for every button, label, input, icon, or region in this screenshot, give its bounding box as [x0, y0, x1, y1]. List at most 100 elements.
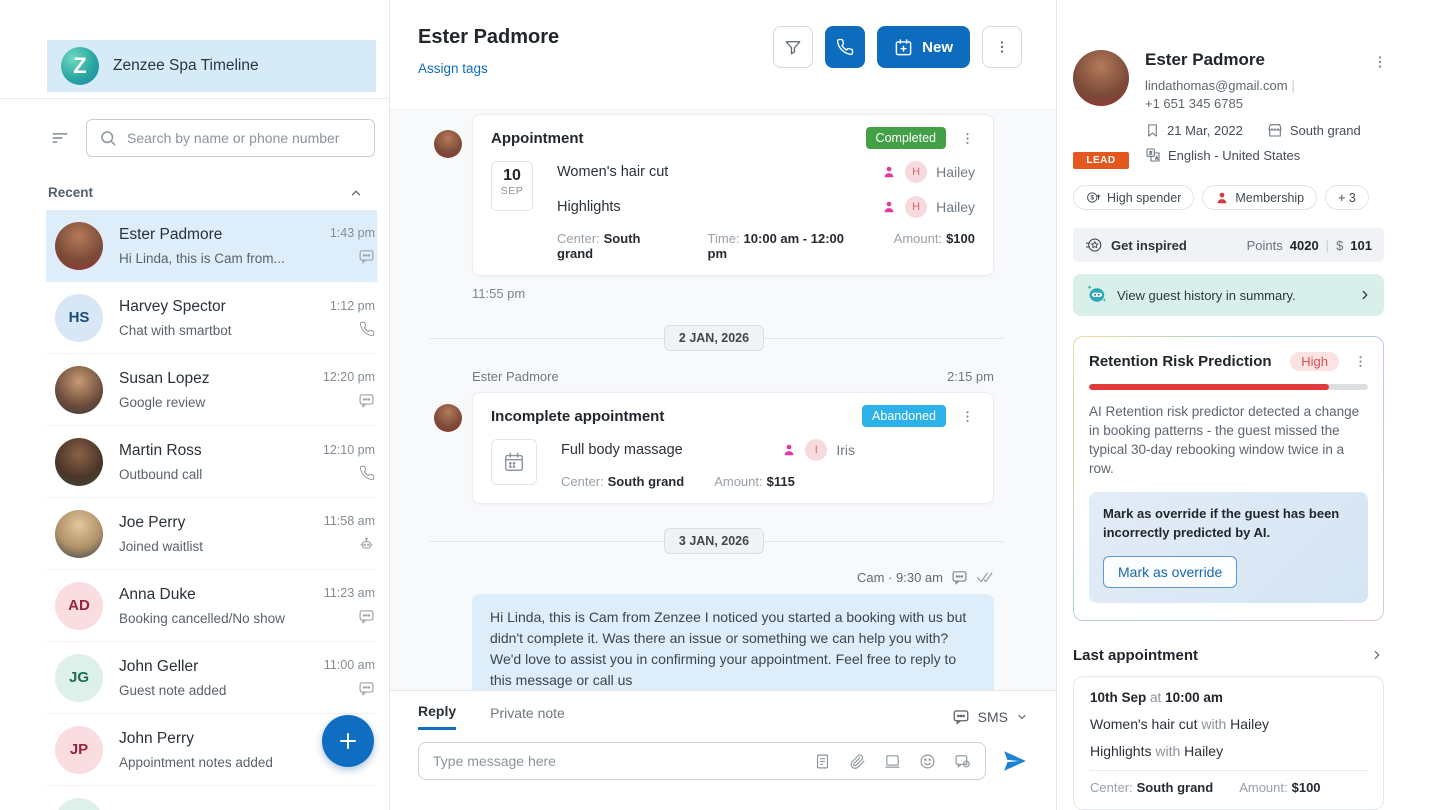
event-sender: Ester Padmore — [472, 369, 559, 384]
retention-description: AI Retention risk predictor detected a c… — [1089, 403, 1368, 479]
message-input-box[interactable] — [418, 742, 986, 780]
lead-badge: LEAD — [1073, 152, 1129, 169]
retention-risk-card: Retention Risk Prediction High AI Retent… — [1073, 336, 1384, 620]
funnel-icon — [784, 38, 802, 56]
status-badge: Completed — [866, 127, 946, 149]
attachment-icon[interactable] — [849, 753, 866, 770]
chat-icon — [358, 392, 375, 409]
contact-preview: Appointment notes added — [119, 755, 359, 770]
contact-row-martin[interactable]: Martin Ross Outbound call 12:10 pm — [46, 426, 377, 498]
add-button[interactable] — [322, 715, 374, 767]
contact-row-joe[interactable]: Joe Perry Joined waitlist 11:58 am — [46, 498, 377, 570]
store-icon — [1267, 122, 1283, 138]
recent-section-label: Recent — [48, 185, 93, 200]
therapist-icon — [782, 443, 796, 457]
contact-name: Martin Ross — [119, 442, 307, 460]
retention-more-button[interactable] — [1353, 354, 1368, 369]
contact-time: 11:58 am — [324, 514, 375, 528]
award-icon — [1085, 236, 1103, 254]
profile-more-button[interactable] — [1372, 54, 1388, 70]
last-appointment-card: 10th Sep at 10:00 am Women's hair cut wi… — [1073, 676, 1384, 810]
card-more-button[interactable] — [960, 409, 975, 424]
brand-header: Z Zenzee Spa Timeline — [47, 40, 376, 92]
contact-row-anna[interactable]: AD Anna Duke Booking cancelled/No show 1… — [46, 570, 377, 642]
tag-membership[interactable]: Membership — [1202, 185, 1317, 210]
avatar — [55, 222, 103, 270]
incomplete-appointment-card: Incomplete appointment Abandoned Full bo… — [472, 392, 994, 504]
search-input[interactable] — [127, 130, 362, 146]
search-box[interactable] — [86, 119, 375, 157]
contact-time: 12:20 pm — [323, 370, 375, 384]
date-month: SEP — [492, 185, 532, 197]
contact-row-barbara[interactable]: Barbara Crowley 10:00 am — [46, 786, 377, 810]
send-button[interactable] — [1002, 748, 1028, 774]
app-title: Zenzee Spa Timeline — [113, 57, 259, 75]
assign-tags-link[interactable]: Assign tags — [418, 61, 559, 76]
chevron-up-icon[interactable] — [349, 186, 363, 200]
chevron-right-icon — [1358, 288, 1372, 302]
chat-icon — [358, 608, 375, 625]
avatar — [55, 438, 103, 486]
event-timestamp: 2:15 pm — [947, 369, 994, 384]
staff-avatar: I — [805, 439, 827, 461]
template-icon[interactable] — [814, 753, 831, 770]
channel-label: SMS — [978, 709, 1008, 725]
contact-preview: Guest note added — [119, 683, 308, 698]
contact-preview: Chat with smartbot — [119, 323, 314, 338]
tab-private-note[interactable]: Private note — [490, 705, 565, 729]
guest-email: lindathomas@gmail.com — [1145, 78, 1288, 93]
tag-high-spender[interactable]: $ High spender — [1073, 185, 1194, 210]
call-button[interactable] — [825, 26, 865, 68]
calendar-icon — [491, 439, 537, 485]
filter-button[interactable] — [773, 26, 813, 68]
service-row: Women's hair cut H Hailey — [557, 161, 975, 183]
contact-time: 1:12 pm — [330, 299, 375, 313]
appointment-meta: Center:South grand Time:10:00 am - 12:00… — [557, 231, 975, 261]
new-button-label: New — [922, 39, 953, 56]
new-appointment-button[interactable]: New — [877, 26, 970, 68]
guest-history-banner[interactable]: View guest history in summary. — [1073, 274, 1384, 316]
contact-row-john-geller[interactable]: JG John Geller Guest note added 11:00 am — [46, 642, 377, 714]
emoji-icon[interactable] — [919, 753, 936, 770]
ai-bot-icon — [1085, 284, 1107, 306]
contact-row-harvey[interactable]: HS Harvey Spector Chat with smartbot 1:1… — [46, 282, 377, 354]
member-since: 21 Mar, 2022 — [1167, 123, 1243, 138]
mark-as-override-button[interactable]: Mark as override — [1103, 556, 1237, 588]
channel-selector[interactable]: SMS — [952, 708, 1028, 726]
header-more-button[interactable] — [982, 26, 1022, 68]
phone-icon — [359, 321, 375, 337]
sort-filter-icon[interactable] — [50, 128, 70, 148]
tab-reply[interactable]: Reply — [418, 703, 456, 730]
risk-progress-track — [1089, 384, 1368, 390]
guest-language: English - United States — [1168, 148, 1300, 163]
avatar — [55, 510, 103, 558]
search-icon — [99, 129, 117, 147]
service-row: Full body massage I Iris — [561, 439, 975, 461]
page-title: Ester Padmore — [418, 26, 559, 49]
last-appointment-header[interactable]: Last appointment — [1073, 647, 1384, 664]
contact-name: Harvey Spector — [119, 298, 314, 316]
chat-history-icon[interactable] — [954, 753, 971, 770]
loyalty-row[interactable]: Get inspired Points 4020 | $ 101 — [1073, 228, 1384, 262]
contact-name: Susan Lopez — [119, 370, 307, 388]
contact-row-susan[interactable]: Susan Lopez Google review 12:20 pm — [46, 354, 377, 426]
profile-avatar — [1073, 50, 1129, 106]
points-label: Points — [1247, 238, 1283, 253]
event-timestamp: 11:55 pm — [472, 286, 994, 301]
points-value: 4020 — [1290, 238, 1319, 253]
device-icon[interactable] — [884, 753, 901, 770]
divider — [1090, 770, 1367, 771]
last-appointment-service: Highlights with Hailey — [1090, 743, 1367, 759]
staff-avatar: H — [905, 161, 927, 183]
contact-row-ester[interactable]: Ester Padmore Hi Linda, this is Cam from… — [46, 210, 377, 282]
chevron-down-icon — [1016, 711, 1028, 723]
bookmark-icon — [1145, 123, 1160, 138]
card-more-button[interactable] — [960, 131, 975, 146]
appointment-meta: Center:South grand Amount:$115 — [561, 474, 975, 489]
avatar: AD — [55, 582, 103, 630]
message-input[interactable] — [433, 753, 796, 769]
tag-more[interactable]: + 3 — [1325, 185, 1369, 210]
timeline-panel: Ester Padmore Assign tags New — [390, 0, 1056, 810]
contact-preview: Outbound call — [119, 467, 307, 482]
therapist-icon — [882, 165, 896, 179]
